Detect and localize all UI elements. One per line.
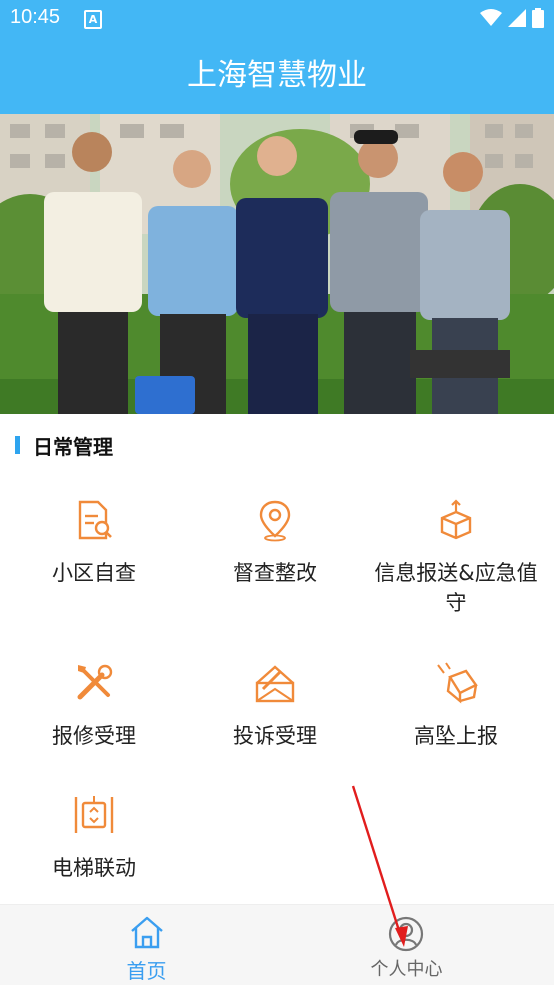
grid-label: 督查整改: [233, 561, 317, 585]
grid-label: 报修受理: [52, 724, 136, 748]
section-header: 日常管理: [0, 420, 554, 464]
status-time: 10:45: [10, 6, 61, 28]
grid-label: 投诉受理: [233, 724, 317, 748]
section-accent-bar: [15, 436, 20, 454]
elevator-icon: [74, 796, 114, 833]
grid-item-repair-acceptance[interactable]: 报修受理: [2, 661, 186, 751]
grid-item-community-self-check[interactable]: 小区自查: [2, 498, 186, 588]
grid-label: 电梯联动: [52, 856, 136, 880]
grid-item-elevator-linkage[interactable]: 电梯联动: [2, 793, 186, 883]
page-title: 上海智慧物业: [187, 58, 367, 93]
status-bar: 10:45 A: [0, 0, 554, 37]
tab-home[interactable]: 首页: [8, 905, 285, 985]
tab-profile-label: 个人中心: [370, 959, 443, 980]
bottom-navigation: 首页 个人中心: [0, 904, 554, 985]
grid-label: 小区自查: [52, 561, 136, 585]
falling-box-icon: [437, 662, 478, 704]
location-pin-icon: [259, 500, 291, 542]
wifi-icon: [480, 9, 502, 26]
staff-group-photo: [0, 114, 554, 414]
banner-image: [0, 114, 554, 414]
envelope-edit-icon: [255, 665, 295, 703]
grid-label: 信息报送&应急值守: [374, 561, 538, 615]
notification-icon: A: [84, 10, 102, 29]
user-icon: [388, 916, 424, 952]
box-upload-icon: [440, 499, 472, 540]
tab-home-label: 首页: [126, 959, 167, 983]
document-search-icon: [78, 500, 112, 540]
grid-label: 高坠上报: [414, 724, 498, 748]
grid-item-falling-object-report[interactable]: 高坠上报: [364, 661, 548, 751]
section-title: 日常管理: [33, 435, 113, 459]
grid-item-complaint-acceptance[interactable]: 投诉受理: [183, 661, 367, 751]
tab-profile[interactable]: 个人中心: [268, 905, 545, 985]
tools-icon: [77, 664, 113, 700]
grid-item-supervision-rectification[interactable]: 督查整改: [183, 498, 367, 588]
cell-signal-icon: [508, 9, 526, 27]
home-icon: [131, 916, 163, 949]
battery-icon: [532, 8, 544, 28]
grid-item-info-report-emergency[interactable]: 信息报送&应急值守: [364, 498, 548, 618]
app-header: 上海智慧物业: [0, 37, 554, 114]
